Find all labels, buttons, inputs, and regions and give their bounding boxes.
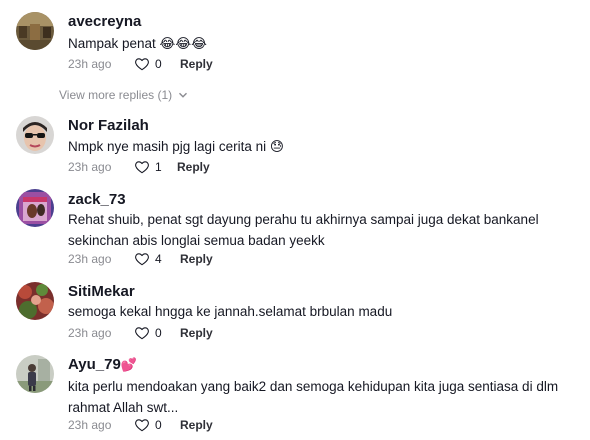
heart-icon <box>135 327 149 340</box>
username-emoji: 💕 <box>120 357 137 372</box>
comment-username[interactable]: avecreyna <box>68 13 141 31</box>
like-button[interactable]: 0 <box>134 416 162 434</box>
comment-text: Nmpk nye masih pjg lagi cerita ni 😓 <box>68 139 284 154</box>
avatar[interactable] <box>16 116 54 154</box>
comment-text: Rehat shuib, penat sgt dayung perahu tu … <box>68 212 539 248</box>
like-count: 0 <box>155 326 162 340</box>
like-count: 1 <box>155 160 162 174</box>
avatar[interactable] <box>16 282 54 320</box>
reply-button[interactable]: Reply <box>177 158 210 176</box>
reply-button[interactable]: Reply <box>180 55 213 73</box>
like-button[interactable]: 4 <box>134 250 162 268</box>
view-more-replies-button[interactable]: View more replies (1) <box>59 87 188 103</box>
like-count: 0 <box>155 418 162 432</box>
heart-icon <box>135 419 149 432</box>
like-count: 0 <box>155 57 162 71</box>
avatar[interactable] <box>16 355 54 393</box>
like-button[interactable]: 0 <box>134 55 162 73</box>
reply-button[interactable]: Reply <box>180 250 213 268</box>
comment-time: 23h ago <box>68 252 112 266</box>
avatar[interactable] <box>16 189 54 227</box>
comment-text: kita perlu mendoakan yang baik2 dan semo… <box>68 379 559 415</box>
like-button[interactable]: 1 <box>134 158 162 176</box>
comment-username[interactable]: zack_73 <box>68 191 126 209</box>
like-count: 4 <box>155 252 162 266</box>
comment-username[interactable]: Nor Fazilah <box>68 117 149 135</box>
comment-username[interactable]: Ayu_79💕 <box>68 356 137 374</box>
chevron-down-icon <box>179 92 188 98</box>
comment-text: semoga kekal hngga ke jannah.selamat brb… <box>68 304 393 319</box>
comment-text: Nampak penat 😂😂😂 <box>68 36 207 51</box>
heart-icon <box>135 58 149 71</box>
reply-button[interactable]: Reply <box>180 324 213 342</box>
reply-button[interactable]: Reply <box>180 416 213 434</box>
heart-icon <box>135 161 149 174</box>
comment-username[interactable]: SitiMekar <box>68 283 135 301</box>
view-more-replies-label: View more replies (1) <box>59 88 173 102</box>
avatar[interactable] <box>16 12 54 50</box>
like-button[interactable]: 0 <box>134 324 162 342</box>
heart-icon <box>135 253 149 266</box>
comment-time: 23h ago <box>68 160 112 174</box>
comment-time: 23h ago <box>68 326 112 340</box>
comment-time: 23h ago <box>68 57 112 71</box>
comment-time: 23h ago <box>68 418 112 432</box>
